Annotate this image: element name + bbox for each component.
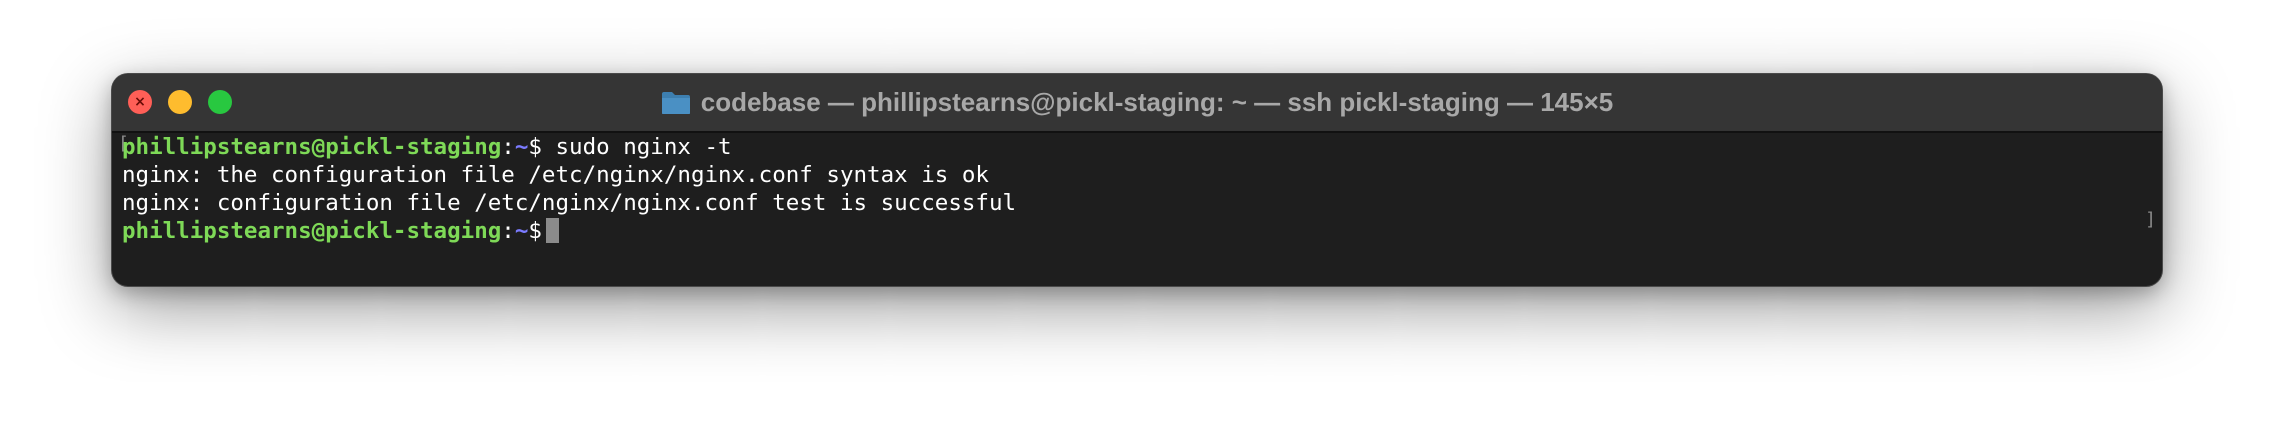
terminal-window: × codebase — phillipstearns@pickl-stagin…: [112, 74, 2162, 286]
prompt-user-host: phillipstearns@pickl-staging: [122, 134, 502, 160]
command-line: phillipstearns@pickl-staging:~$ sudo ngi…: [122, 133, 2152, 161]
prompt-path: ~: [514, 134, 529, 160]
output-line: nginx: configuration file /etc/nginx/ngi…: [122, 190, 1017, 216]
prompt-dollar: $: [528, 218, 542, 244]
prompt-colon: :: [501, 134, 515, 160]
prompt-path: ~: [514, 218, 529, 244]
prompt-dollar: $: [528, 134, 542, 160]
title-container: codebase — phillipstearns@pickl-staging:…: [112, 74, 2162, 131]
active-prompt-line[interactable]: phillipstearns@pickl-staging:~$: [122, 217, 2152, 245]
command-text: sudo nginx -t: [541, 134, 732, 160]
title-bar[interactable]: × codebase — phillipstearns@pickl-stagin…: [112, 74, 2162, 133]
text-cursor: [545, 218, 559, 243]
prompt-colon: :: [501, 218, 515, 244]
output-line: nginx: the configuration file /etc/nginx…: [122, 162, 989, 188]
folder-icon: [661, 91, 691, 115]
window-title: codebase — phillipstearns@pickl-staging:…: [700, 87, 1614, 117]
terminal-content[interactable]: [ ] phillipstearns@pickl-staging:~$ sudo…: [118, 133, 2156, 286]
prompt-user-host: phillipstearns@pickl-staging: [122, 218, 502, 244]
